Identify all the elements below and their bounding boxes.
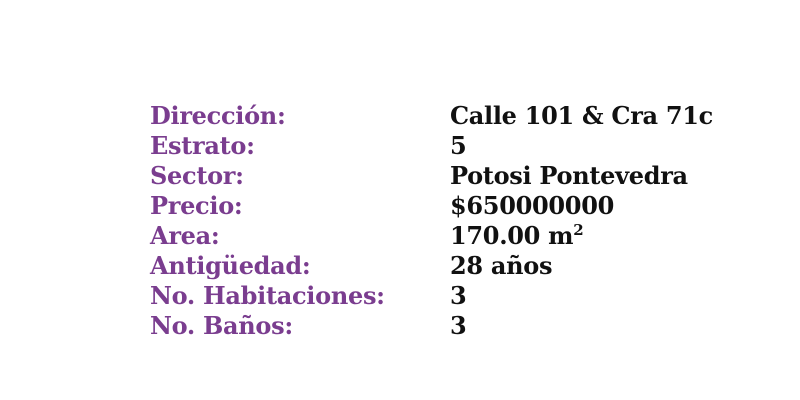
area-amount: 170.00 m	[450, 221, 574, 250]
sector-value: Potosi Pontevedra	[450, 161, 688, 190]
bathrooms-value: 3	[450, 311, 467, 340]
address-value: Calle 101 & Cra 71c	[450, 101, 713, 130]
bathrooms-label: No. Baños:	[150, 311, 293, 340]
age-label: Antigüedad:	[150, 251, 311, 280]
stratum-label: Estrato:	[150, 131, 255, 160]
area-label: Area:	[150, 221, 220, 250]
property-details: Dirección: Calle 101 & Cra 71c Estrato: …	[150, 101, 713, 341]
bedrooms-value: 3	[450, 281, 467, 310]
age-value: 28 años	[450, 251, 553, 280]
area-unit-exponent: 2	[573, 221, 584, 239]
price-value: $650000000	[450, 191, 614, 220]
sector-label: Sector:	[150, 161, 244, 190]
address-label: Dirección:	[150, 101, 286, 130]
stratum-value: 5	[450, 131, 467, 160]
price-label: Precio:	[150, 191, 243, 220]
bedrooms-label: No. Habitaciones:	[150, 281, 385, 310]
area-value: 170.00 m2	[450, 221, 713, 251]
